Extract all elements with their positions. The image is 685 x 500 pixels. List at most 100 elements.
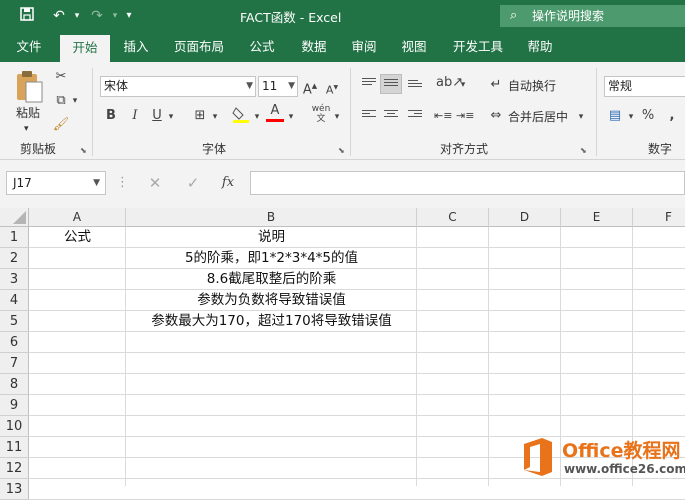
wrap-text-icon[interactable]: ↵ [488, 76, 504, 94]
row-header[interactable]: 11 [0, 437, 29, 458]
paste-dropdown-icon[interactable]: ▾ [24, 120, 29, 138]
column-header-d[interactable]: D [489, 208, 561, 227]
merge-center-icon[interactable]: ⇔ [488, 107, 504, 125]
font-size-combo[interactable]: 11 ▼ [258, 76, 298, 97]
row-header[interactable]: 6 [0, 332, 29, 353]
font-launcher-icon[interactable]: ⬊ [338, 146, 345, 155]
tell-me-placeholder: 操作说明搜索 [532, 9, 605, 23]
column-header-a[interactable]: A [29, 208, 126, 227]
tab-help[interactable]: 帮助 [518, 32, 562, 62]
gridline [29, 373, 685, 374]
font-name-combo[interactable]: 宋体 ▼ [100, 76, 256, 97]
wrap-text-button[interactable]: 自动换行 [508, 77, 556, 95]
orientation-dropdown-icon[interactable]: ▾ [458, 76, 468, 94]
number-format-combo[interactable]: 常规 [604, 76, 685, 97]
copy-dropdown-icon[interactable]: ▾ [70, 92, 80, 110]
accounting-format-icon[interactable]: ▤ [606, 107, 624, 125]
accounting-dropdown-icon[interactable]: ▾ [626, 108, 636, 126]
row-header[interactable]: 5 [0, 311, 29, 332]
row-header[interactable]: 13 [0, 479, 29, 500]
comma-style-icon[interactable]: , [664, 107, 680, 125]
phonetic-guide-icon[interactable]: wén 文 [310, 104, 332, 124]
align-top-icon[interactable] [362, 78, 376, 90]
align-center-icon[interactable] [384, 110, 398, 122]
clipboard-launcher-icon[interactable]: ⬊ [80, 146, 87, 155]
column-header-b[interactable]: B [126, 208, 417, 227]
cell-a1[interactable]: 公式 [29, 227, 126, 248]
column-header-c[interactable]: C [417, 208, 489, 227]
tab-formulas[interactable]: 公式 [240, 32, 284, 62]
tab-home[interactable]: 开始 [60, 35, 110, 62]
orientation-icon[interactable]: ab↗ [436, 74, 463, 92]
column-header-e[interactable]: E [561, 208, 633, 227]
increase-indent-icon[interactable]: ⇥≡ [456, 107, 474, 125]
row-header[interactable]: 9 [0, 395, 29, 416]
cell-b4[interactable]: 参数为负数将导致错误值 [126, 290, 417, 311]
merge-dropdown-icon[interactable]: ▾ [576, 108, 586, 126]
row-header[interactable]: 4 [0, 290, 29, 311]
borders-dropdown-icon[interactable]: ▾ [210, 108, 220, 126]
row-header[interactable]: 2 [0, 248, 29, 269]
customize-quick-access-icon[interactable]: ▾ [118, 6, 140, 26]
insert-function-button[interactable]: fx [218, 174, 238, 192]
row-header[interactable]: 3 [0, 269, 29, 290]
decrease-font-icon[interactable]: A▼ [324, 79, 340, 100]
separator [596, 68, 597, 156]
separator [92, 68, 93, 156]
separator [350, 68, 351, 156]
font-color-dropdown-icon[interactable]: ▾ [286, 108, 296, 126]
group-label-alignment: 对齐方式 [440, 142, 489, 156]
underline-dropdown-icon[interactable]: ▾ [166, 108, 176, 126]
paste-icon[interactable] [14, 70, 44, 104]
office-logo-icon [524, 438, 552, 476]
formula-input[interactable] [250, 171, 685, 195]
chevron-down-icon: ▼ [246, 81, 253, 91]
name-box[interactable]: J17 ▼ [6, 171, 106, 195]
fill-color-icon[interactable] [232, 105, 250, 129]
italic-button[interactable]: I [128, 107, 142, 125]
tab-review[interactable]: 审阅 [342, 32, 386, 62]
select-all-button[interactable] [0, 208, 29, 227]
watermark-url: www.office26.com [564, 462, 685, 476]
tab-data[interactable]: 数据 [292, 32, 336, 62]
percent-style-button[interactable]: % [640, 107, 656, 125]
align-right-icon[interactable] [408, 110, 422, 122]
undo-dropdown-icon[interactable]: ▾ [66, 6, 88, 26]
cut-icon[interactable]: ✂ [52, 68, 70, 86]
alignment-launcher-icon[interactable]: ⬊ [580, 146, 587, 155]
bold-button[interactable]: B [104, 107, 118, 125]
cell-b3[interactable]: 8.6截尾取整后的阶乘 [126, 269, 417, 290]
tell-me-search[interactable]: ⌕ 操作说明搜索 [500, 5, 685, 27]
row-header[interactable]: 10 [0, 416, 29, 437]
more-options-icon[interactable]: ⋮ [116, 174, 129, 192]
enter-icon[interactable]: ✓ [184, 174, 202, 192]
row-header[interactable]: 7 [0, 353, 29, 374]
tab-page-layout[interactable]: 页面布局 [168, 32, 230, 62]
phonetic-dropdown-icon[interactable]: ▾ [332, 108, 342, 126]
tab-developer[interactable]: 开发工具 [446, 32, 510, 62]
tab-view[interactable]: 视图 [392, 32, 436, 62]
cell-b5[interactable]: 参数最大为170，超过170将导致错误值 [126, 311, 417, 332]
borders-icon[interactable]: ⊞ [192, 107, 208, 125]
tab-insert[interactable]: 插入 [114, 32, 158, 62]
row-header[interactable]: 8 [0, 374, 29, 395]
row-header[interactable]: 1 [0, 227, 29, 248]
align-bottom-icon[interactable] [408, 80, 422, 92]
fill-color-dropdown-icon[interactable]: ▾ [252, 108, 262, 126]
column-header-f[interactable]: F [633, 208, 685, 227]
row-header[interactable]: 12 [0, 458, 29, 479]
tab-file[interactable]: 文件 [8, 32, 50, 62]
chevron-down-icon: ▼ [93, 178, 100, 188]
save-icon[interactable] [16, 6, 38, 26]
merge-center-button[interactable]: 合并后居中 [508, 108, 568, 126]
cell-b2[interactable]: 5的阶乘，即1*2*3*4*5的值 [126, 248, 417, 269]
cell-b1[interactable]: 说明 [126, 227, 417, 248]
increase-font-icon[interactable]: A▲ [302, 77, 318, 99]
font-color-icon[interactable]: A [266, 104, 284, 122]
format-painter-icon[interactable]: 🖌 [52, 116, 70, 134]
copy-icon[interactable]: ⧉ [52, 92, 70, 110]
underline-button[interactable]: U [150, 107, 164, 125]
align-left-icon[interactable] [362, 110, 376, 122]
cancel-icon[interactable]: ✕ [146, 174, 164, 192]
decrease-indent-icon[interactable]: ⇤≡ [434, 107, 452, 125]
